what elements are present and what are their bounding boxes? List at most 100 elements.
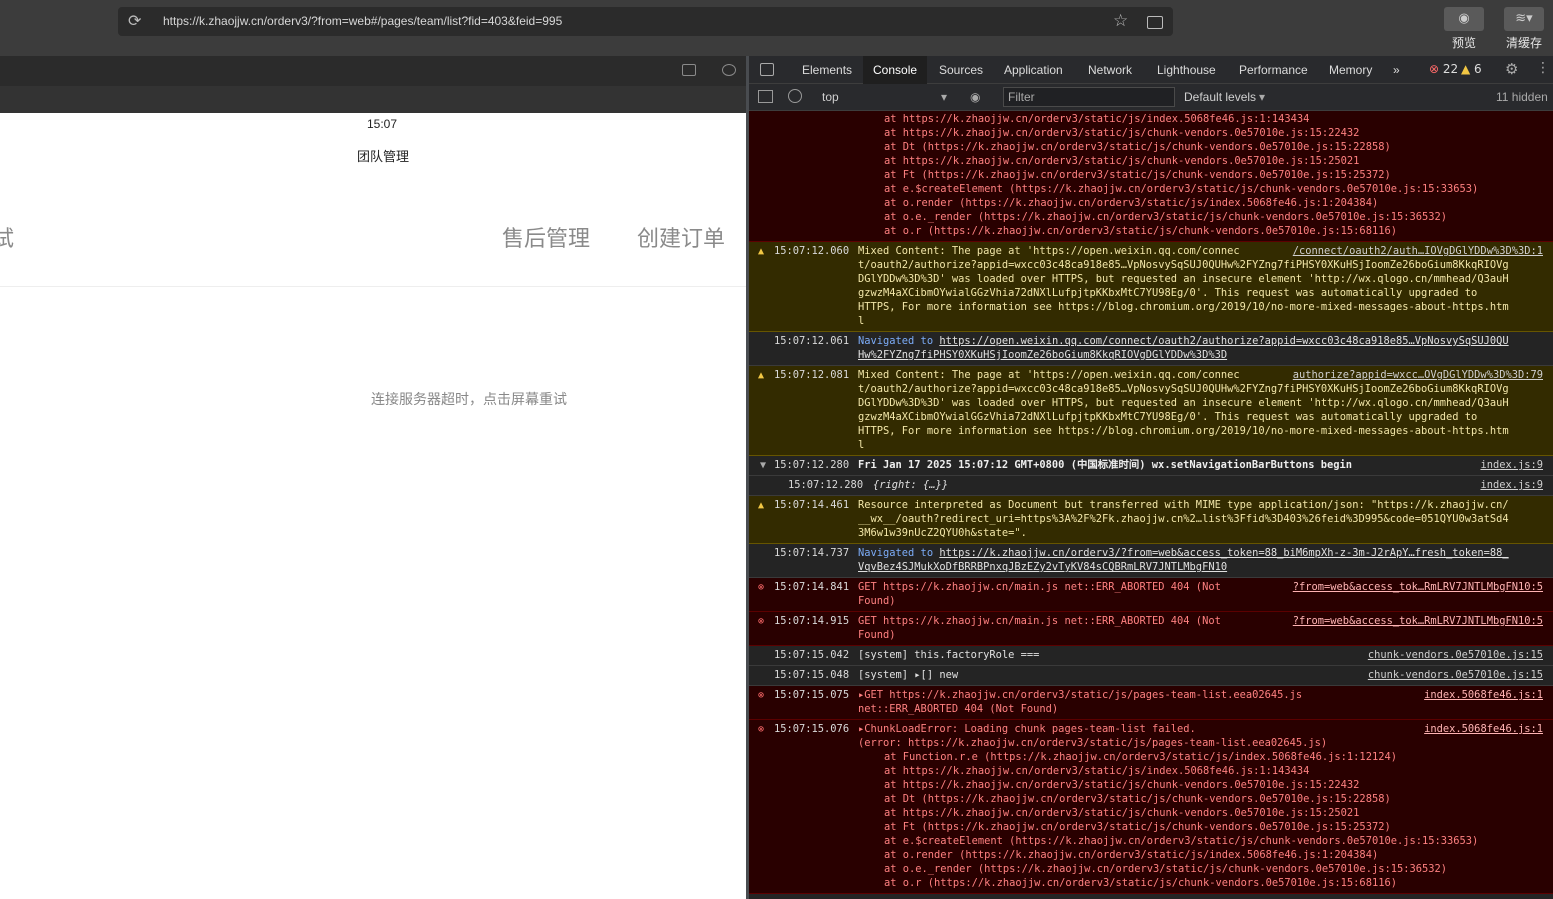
reload-icon[interactable]: ⟳ [128, 13, 144, 29]
message-line: __wx__/oauth?redirect_uri=https%3A%2F%2F… [858, 513, 1509, 525]
message-line: net::ERR_ABORTED 404 (Not Found) [858, 703, 1059, 715]
page-title: 团队管理 [357, 150, 410, 165]
source-link[interactable]: ?from=web&access_tok…RmLRV7JNTLMbgFN10:5 [1293, 580, 1543, 594]
eye-icon: ◉ [1458, 11, 1470, 26]
star-icon[interactable]: ☆ [1113, 11, 1128, 31]
stack-line[interactable]: at https://k.zhaojjw.cn/orderv3/static/j… [858, 126, 1549, 140]
gear-icon[interactable]: ⚙ [1505, 60, 1518, 78]
message-line: t/oauth2/authorize?appid=wxcc03c48ca918e… [858, 383, 1509, 395]
stack-line[interactable]: at Dt (https://k.zhaojjw.cn/orderv3/stat… [858, 140, 1549, 154]
preview-button[interactable]: ◉ [1444, 7, 1484, 31]
timestamp: 15:07:12.081 [774, 369, 850, 381]
expand-arrow-icon[interactable]: ▼ [760, 459, 766, 473]
console-error: ⊗ 15:07:14.915 ?from=web&access_tok…RmLR… [749, 612, 1553, 646]
clear-cache-button[interactable]: ≋▾ [1504, 7, 1544, 31]
stack-line[interactable]: at https://k.zhaojjw.cn/orderv3/static/j… [858, 778, 1549, 792]
stack-line[interactable]: at https://k.zhaojjw.cn/orderv3/static/j… [858, 764, 1549, 778]
object-preview[interactable]: {right: {…}} [873, 478, 1549, 492]
console-error: ⊗ 15:07:14.841 ?from=web&access_tok…RmLR… [749, 578, 1553, 612]
tab-lighthouse[interactable]: Lighthouse [1147, 56, 1226, 84]
navigation-url-cont[interactable]: Hw%2FYZng7fiPHSY0XKuHSjIoomZe26boGium8Kk… [858, 348, 1549, 362]
stack-line[interactable]: at o.e._render (https://k.zhaojjw.cn/ord… [858, 862, 1549, 876]
stack-line[interactable]: at o.render (https://k.zhaojjw.cn/orderv… [858, 848, 1549, 862]
console-error: ⊗ 15:07:15.075 index.5068fe46.js:1 ▸GET … [749, 686, 1553, 720]
source-link[interactable]: /connect/oauth2/auth…IOVgDGlYDDw%3D%3D:1 [1293, 244, 1543, 258]
source-link[interactable]: chunk-vendors.0e57010e.js:15 [1368, 648, 1543, 662]
chevron-down-icon: ▾ [941, 90, 948, 104]
stack-line[interactable]: at o.r (https://k.zhaojjw.cn/orderv3/sta… [858, 224, 1549, 238]
warning-icon: ▲ [758, 246, 765, 257]
stack-line[interactable]: at e.$createElement (https://k.zhaojjw.c… [858, 182, 1549, 196]
tab-console[interactable]: Console [863, 56, 928, 84]
error-counter[interactable]: ⊗ 22 [1429, 62, 1458, 76]
simulator-page[interactable]: 15:07 团队管理 试 售后管理 创建订单 连接服务器超时，点击屏幕重试 [0, 113, 746, 899]
context-select[interactable]: top [822, 90, 839, 104]
inspect-icon[interactable] [760, 63, 774, 76]
rotate-icon[interactable] [722, 64, 736, 76]
timestamp: 15:07:14.841 [774, 581, 850, 593]
kebab-menu-icon[interactable]: ⋮ [1536, 60, 1550, 76]
warning-counter[interactable]: ▲ 6 [1461, 62, 1482, 76]
source-link[interactable]: index.js:9 [1480, 458, 1543, 472]
stack-line[interactable]: at o.r (https://k.zhaojjw.cn/orderv3/sta… [858, 876, 1549, 890]
stack-line[interactable]: at https://k.zhaojjw.cn/orderv3/static/j… [858, 112, 1549, 126]
timestamp: 15:07:14.915 [774, 615, 850, 627]
levels-select[interactable]: Default levels [1184, 90, 1256, 104]
timestamp: 15:07:15.075 [774, 689, 850, 701]
folder-icon[interactable] [1147, 16, 1163, 29]
source-link[interactable]: ?from=web&access_tok…RmLRV7JNTLMbgFN10:5 [1293, 614, 1543, 628]
warning-count: 6 [1474, 62, 1482, 76]
tab-create-order[interactable]: 创建订单 [637, 221, 725, 253]
tab-performance[interactable]: Performance [1229, 56, 1318, 84]
tab-elements[interactable]: Elements [792, 56, 862, 84]
address-bar[interactable]: ⟳ https://k.zhaojjw.cn/orderv3/?from=web… [118, 7, 1173, 36]
stack-line[interactable]: at https://k.zhaojjw.cn/orderv3/static/j… [858, 806, 1549, 820]
tab-application[interactable]: Application [994, 56, 1073, 84]
layers-icon: ≋▾ [1515, 11, 1533, 26]
tab-after-sale[interactable]: 售后管理 [502, 221, 590, 253]
stack-line[interactable]: at Dt (https://k.zhaojjw.cn/orderv3/stat… [858, 792, 1549, 806]
eye-icon[interactable]: ◉ [970, 90, 980, 104]
tab-network[interactable]: Network [1078, 56, 1142, 84]
stack-line[interactable]: at Function.r.e (https://k.zhaojjw.cn/or… [858, 750, 1549, 764]
tab-partial[interactable]: 试 [0, 221, 14, 253]
tab-memory[interactable]: Memory [1319, 56, 1382, 84]
sidebar-toggle-icon[interactable] [758, 90, 773, 103]
console-output[interactable]: at https://k.zhaojjw.cn/orderv3/static/j… [749, 111, 1553, 899]
stack-line[interactable]: at Ft (https://k.zhaojjw.cn/orderv3/stat… [858, 820, 1549, 834]
stack-line[interactable]: at e.$createElement (https://k.zhaojjw.c… [858, 834, 1549, 848]
message-line: Resource interpreted as Document but tra… [858, 499, 1509, 511]
timeout-message[interactable]: 连接服务器超时，点击屏幕重试 [371, 389, 567, 409]
message-line: 3M6w1w39nUcZ2QYU0h&state=". [858, 527, 1027, 539]
message-line: Fri Jan 17 2025 15:07:12 GMT+0800 (中国标准时… [858, 459, 1352, 471]
timestamp: 15:07:15.076 [774, 723, 850, 735]
stack-line[interactable]: at https://k.zhaojjw.cn/orderv3/static/j… [858, 154, 1549, 168]
window-icon[interactable] [682, 64, 696, 76]
source-link[interactable]: chunk-vendors.0e57010e.js:15 [1368, 668, 1543, 682]
navigated-label: Navigated to [858, 547, 934, 559]
navigation-url[interactable]: https://open.weixin.qq.com/connect/oauth… [939, 335, 1508, 347]
console-warning: ▲ 15:07:12.060 /connect/oauth2/auth…IOVg… [749, 242, 1553, 332]
message-line: DGlYDDw%3D%3D' was loaded over HTTPS, bu… [858, 397, 1509, 409]
console-log: 15:07:15.048 chunk-vendors.0e57010e.js:1… [749, 666, 1553, 686]
console-log: 15:07:15.042 chunk-vendors.0e57010e.js:1… [749, 646, 1553, 666]
timestamp: 15:07:12.060 [774, 245, 850, 257]
filter-input[interactable]: Filter [1003, 87, 1175, 107]
tab-sources[interactable]: Sources [929, 56, 993, 84]
clear-console-icon[interactable] [788, 89, 802, 103]
source-link[interactable]: index.5068fe46.js:1 [1424, 722, 1543, 736]
stack-line[interactable]: at Ft (https://k.zhaojjw.cn/orderv3/stat… [858, 168, 1549, 182]
preview-label: 预览 [1452, 36, 1477, 50]
more-tabs-button[interactable]: » [1383, 56, 1410, 84]
source-link[interactable]: index.5068fe46.js:1 [1424, 688, 1543, 702]
navigation-url-cont[interactable]: VqvBez4SJMukXoDfBRRBPnxqJBzEZy2vTyKV84sC… [858, 560, 1549, 574]
navigation-url[interactable]: https://k.zhaojjw.cn/orderv3/?from=web&a… [939, 547, 1508, 559]
console-log[interactable]: 15:07:12.280 index.js:9 {right: {…}} [749, 476, 1553, 496]
stack-line[interactable]: at o.render (https://k.zhaojjw.cn/orderv… [858, 196, 1549, 210]
console-log-group[interactable]: ▼ 15:07:12.280 index.js:9 Fri Jan 17 202… [749, 456, 1553, 476]
source-link[interactable]: index.js:9 [1480, 478, 1543, 492]
stack-line[interactable]: at o.e._render (https://k.zhaojjw.cn/ord… [858, 210, 1549, 224]
warning-icon: ▲ [758, 500, 765, 511]
source-link[interactable]: authorize?appid=wxcc…OVgDGlYDDw%3D%3D:79 [1293, 368, 1543, 382]
url-text[interactable]: https://k.zhaojjw.cn/orderv3/?from=web#/… [163, 14, 562, 28]
